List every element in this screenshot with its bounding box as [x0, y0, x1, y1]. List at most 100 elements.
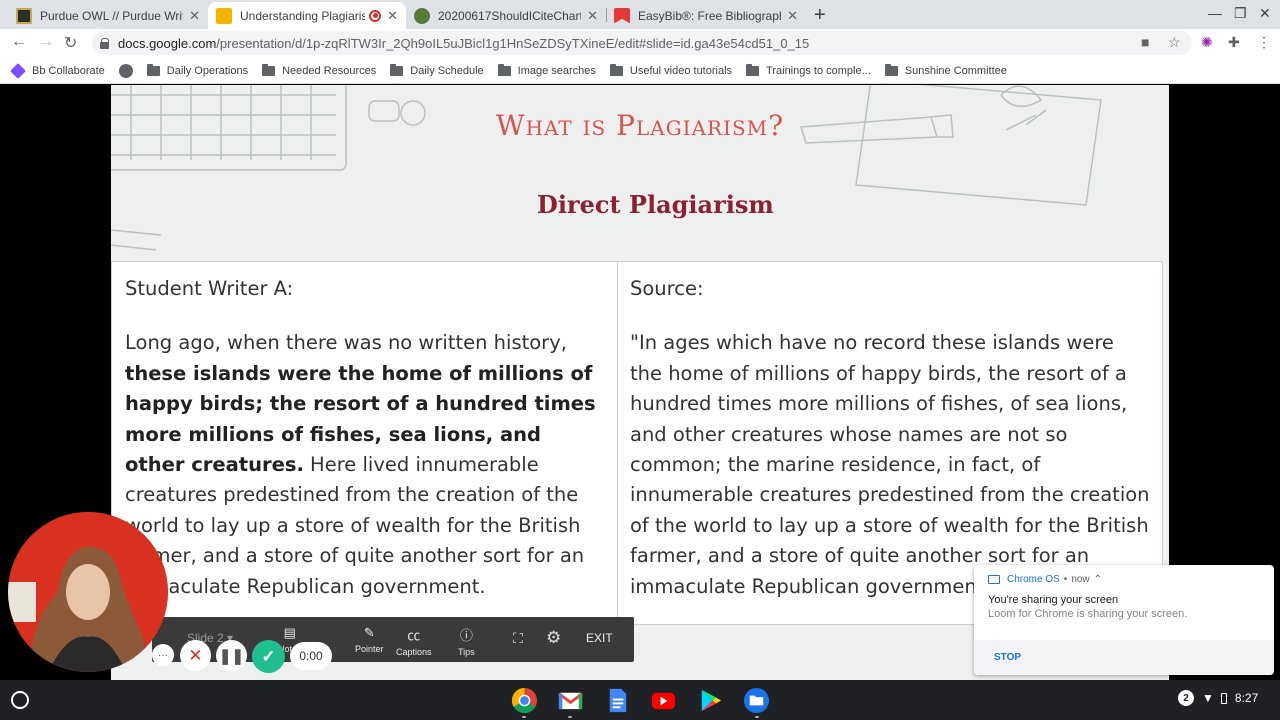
- loom-cancel-button[interactable]: ✕: [180, 640, 211, 671]
- loom-pause-button[interactable]: ❚❚: [216, 640, 247, 671]
- launcher-icon[interactable]: [11, 691, 29, 709]
- bookmark-trainings[interactable]: Trainings to comple...: [746, 63, 871, 77]
- slide-title: What is Plagiarism?: [495, 109, 785, 142]
- chevron-up-icon[interactable]: ⌃: [1094, 574, 1102, 585]
- url-host: docs.google.com: [118, 35, 217, 51]
- address-bar[interactable]: docs.google.com/presentation/d/1p-zqRlTW…: [92, 31, 1192, 55]
- extension-loom-icon[interactable]: ✺: [1201, 34, 1213, 51]
- play-store-icon[interactable]: [697, 687, 724, 714]
- bookmark-sunshine-committee[interactable]: Sunshine Committee: [884, 63, 1007, 77]
- student-writer-column: Student Writer A: Long ago, when there w…: [125, 262, 605, 602]
- close-icon[interactable]: ✕: [189, 8, 200, 24]
- restore-icon[interactable]: ❐: [1234, 5, 1247, 22]
- folder-icon: [497, 63, 511, 76]
- files-icon[interactable]: [743, 687, 770, 714]
- bookmark-label: Sunshine Committee: [904, 64, 1007, 77]
- youtube-icon[interactable]: [650, 687, 677, 714]
- docs-icon[interactable]: [604, 687, 631, 714]
- folder-icon: [609, 63, 623, 76]
- bookmark-label: Daily Schedule: [410, 64, 484, 77]
- running-indicator: [522, 716, 526, 718]
- browser-toolbar: ← → ↻ docs.google.com/presentation/d/1p-…: [0, 29, 1280, 58]
- os-shelf: 2 ▼ 8:27: [0, 680, 1280, 720]
- bookmark-useful-video-tutorials[interactable]: Useful video tutorials: [609, 63, 733, 77]
- camera-icon[interactable]: ■: [1141, 34, 1149, 50]
- bookmark-globe[interactable]: [118, 63, 133, 78]
- slides-favicon-icon: [216, 7, 232, 24]
- purdue-owl-favicon-icon: [16, 7, 32, 24]
- bookmark-daily-schedule[interactable]: Daily Schedule: [390, 63, 484, 77]
- bookmark-label: Bb Collaborate: [32, 64, 105, 77]
- check-icon: ✓: [261, 646, 276, 666]
- new-tab-button[interactable]: +: [814, 4, 826, 27]
- notes-icon: ▤: [283, 625, 296, 640]
- tips-button[interactable]: ⓘ Tips: [458, 625, 475, 657]
- bb-collaborate-icon: [10, 62, 26, 79]
- tab-strip: Purdue OWL // Purdue Writing La ✕ Unders…: [0, 0, 1280, 29]
- status-area[interactable]: 2 ▼ 8:27: [1178, 690, 1258, 706]
- notification-dot: •: [1063, 574, 1068, 585]
- url-path: /presentation/d/1p-zqRlTW3Ir_2Qh9oIL5uJB…: [216, 35, 810, 51]
- gear-icon[interactable]: ⚙: [546, 628, 561, 648]
- close-icon[interactable]: ✕: [587, 8, 598, 24]
- gmail-icon[interactable]: [557, 687, 584, 714]
- recording-icon: [369, 9, 382, 22]
- fullscreen-icon[interactable]: ⛶: [513, 630, 523, 647]
- pointer-label: Pointer: [355, 644, 384, 654]
- minimize-icon[interactable]: —: [1208, 5, 1222, 21]
- tab-should-i-cite-chart[interactable]: 20200617ShouldICiteChart.jpg ( ✕: [406, 2, 606, 29]
- bookmark-star-icon[interactable]: ☆: [1168, 34, 1181, 51]
- bookmark-label: Image searches: [517, 64, 596, 77]
- screen-sharing-notification: Chrome OS • now ⌃ You're sharing your sc…: [974, 565, 1274, 675]
- tab-purdue-owl[interactable]: Purdue OWL // Purdue Writing La ✕: [8, 2, 208, 29]
- student-writer-text: Long ago, when there was no written hist…: [125, 328, 605, 602]
- bookmarks-bar: Bb Collaborate Daily Operations Needed R…: [0, 58, 1280, 84]
- bookmark-image-searches[interactable]: Image searches: [497, 63, 596, 77]
- back-icon[interactable]: ←: [11, 33, 27, 51]
- pointer-icon: ✎: [363, 625, 375, 640]
- notification-header: Chrome OS • now ⌃: [988, 574, 1102, 585]
- folder-icon: [884, 63, 898, 76]
- cancel-icon: ✕: [188, 645, 203, 665]
- chrome-icon[interactable]: [511, 687, 538, 714]
- student-text-intro: Long ago, when there was no written hist…: [125, 331, 567, 355]
- loom-more-button[interactable]: ···: [152, 644, 174, 666]
- bookmark-needed-resources[interactable]: Needed Resources: [262, 63, 377, 77]
- tab-label: Purdue OWL // Purdue Writing La: [40, 8, 183, 23]
- stop-sharing-button[interactable]: STOP: [994, 652, 1021, 663]
- close-icon[interactable]: ✕: [387, 8, 398, 24]
- forward-icon[interactable]: →: [38, 33, 54, 51]
- bookmark-label: Needed Resources: [282, 64, 377, 77]
- captions-button[interactable]: ㏄ Captions: [396, 625, 432, 657]
- notification-app: Chrome OS: [1007, 574, 1060, 585]
- cast-icon: [988, 575, 1000, 584]
- bookmark-daily-operations[interactable]: Daily Operations: [146, 63, 248, 77]
- info-icon: ⓘ: [459, 628, 473, 643]
- notification-count-badge: 2: [1178, 690, 1194, 706]
- close-icon[interactable]: ✕: [787, 8, 798, 24]
- captions-icon: ㏄: [407, 628, 421, 643]
- tab-label: EasyBib®: Free Bibliography Gen: [638, 8, 781, 23]
- wifi-icon: ▼: [1202, 691, 1214, 705]
- folder-icon: [146, 63, 160, 76]
- bookmark-label: Useful video tutorials: [629, 64, 733, 77]
- extensions-puzzle-icon[interactable]: ✚: [1228, 34, 1240, 51]
- pointer-button[interactable]: ✎ Pointer: [355, 625, 384, 654]
- webcam-bubble[interactable]: [8, 512, 168, 672]
- image-favicon-icon: [414, 7, 430, 24]
- close-window-icon[interactable]: ✕: [1259, 5, 1271, 22]
- exit-button[interactable]: EXIT: [586, 631, 613, 645]
- source-column: Source: "In ages which have no record th…: [630, 262, 1150, 602]
- source-text: "In ages which have no record these isla…: [630, 331, 1150, 598]
- bookmark-bb-collaborate[interactable]: Bb Collaborate: [10, 62, 105, 79]
- tab-easybib[interactable]: EasyBib®: Free Bibliography Gen ✕: [606, 2, 806, 29]
- running-indicator: [568, 716, 572, 718]
- tab-understanding-plagiarism[interactable]: Understanding Plagiarism & ✕: [208, 2, 406, 29]
- webcam-presenter-image: [8, 512, 168, 672]
- tab-label: 20200617ShouldICiteChart.jpg (: [438, 8, 581, 23]
- loom-finish-button[interactable]: ✓: [252, 640, 285, 673]
- menu-kebab-icon[interactable]: ⋮: [1257, 34, 1271, 51]
- pause-icon: ❚❚: [218, 647, 245, 665]
- reload-icon[interactable]: ↻: [64, 33, 77, 53]
- clock: 8:27: [1234, 691, 1259, 705]
